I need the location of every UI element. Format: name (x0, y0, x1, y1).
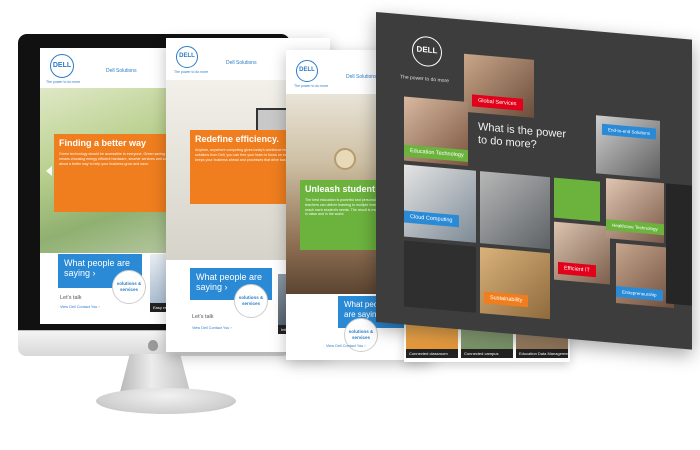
tile-dark-grid (404, 240, 476, 313)
tile-sustainability[interactable]: Sustainability (480, 247, 550, 320)
brand-tagline: The power to do more (400, 74, 449, 85)
brand-tagline: The power to do more (174, 70, 209, 74)
tile-efficient-it[interactable]: Efficient IT (554, 221, 610, 285)
clock-image (334, 148, 356, 170)
lets-talk-heading: Let's talk (192, 314, 214, 320)
tag-efficient-it: Efficient IT (558, 261, 596, 278)
contact-link[interactable]: View Dell Contact You › (326, 344, 366, 348)
tag-global-services: Global Services (472, 94, 523, 111)
tile-end-to-end-solutions[interactable]: End-to-end Solutions (596, 115, 660, 179)
dell-logo[interactable]: DELL (296, 60, 318, 82)
tile-education-technology[interactable]: Education Technology (404, 96, 468, 167)
contact-link[interactable]: View Dell Contact You › (60, 305, 100, 309)
tag-end-to-end-solutions: End-to-end Solutions (602, 123, 657, 140)
tag-entrepreneurship: Entrepreneurship (616, 285, 663, 302)
page-power-to-do-more: DELL The power to do more What is the po… (376, 12, 692, 350)
nav-dell-solutions[interactable]: Dell Solutions (226, 60, 257, 66)
monitor-stand (120, 354, 190, 392)
tile-dark-right (666, 183, 692, 306)
thumb-caption: Connected campus (461, 349, 513, 358)
carousel-prev-icon[interactable] (46, 166, 52, 176)
tile-cloud-computing[interactable]: Cloud Computing (404, 164, 476, 243)
lets-talk-heading: Let's talk (60, 295, 82, 301)
brand-tagline: The power to do more (46, 80, 81, 84)
tag-education-technology: Education Technology (404, 144, 468, 163)
tag-sustainability: Sustainability (484, 291, 529, 308)
tag-cloud-computing: Cloud Computing (404, 210, 459, 228)
apple-logo-icon (148, 340, 158, 351)
thumb-caption: Connected classroom (406, 349, 458, 358)
dell-logo[interactable]: DELL (412, 35, 442, 68)
tile-healthcare-technology[interactable]: Healthcare Technology (606, 178, 664, 244)
contact-link[interactable]: View Dell Contact You › (192, 326, 232, 330)
monitor-stand-base (96, 388, 236, 414)
solutions-services-button[interactable]: solutions & services (234, 284, 268, 318)
solutions-services-button[interactable]: solutions & services (112, 270, 146, 304)
thumb-caption: Education Data Management (516, 349, 568, 358)
nav-dell-solutions[interactable]: Dell Solutions (106, 68, 137, 74)
dell-logo[interactable]: DELL (50, 54, 74, 78)
nav-dell-solutions[interactable]: Dell Solutions (346, 74, 377, 80)
tag-healthcare-technology: Healthcare Technology (606, 219, 664, 236)
brand-tagline: The power to do more (294, 84, 329, 88)
hero-question: What is the power to do more? (478, 120, 567, 152)
tile-global-services[interactable]: Global Services (464, 53, 534, 118)
tile-green-square (554, 177, 600, 222)
tile-meeting-photo[interactable] (480, 171, 550, 250)
dell-logo[interactable]: DELL (176, 46, 198, 68)
